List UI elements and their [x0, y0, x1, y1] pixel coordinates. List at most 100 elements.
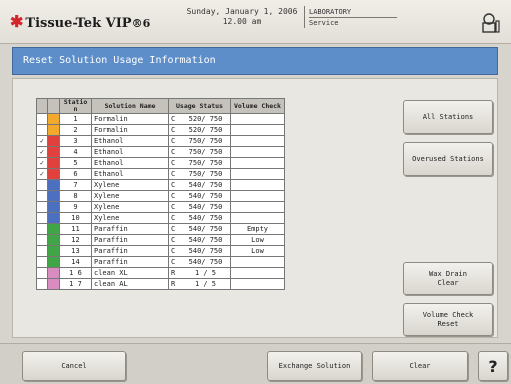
row-solution-name: Ethanol [91, 157, 169, 169]
header-check [36, 98, 48, 114]
row-usage-value: 540/ 750 [188, 247, 223, 255]
row-usage-status: R 1 / 5 [168, 267, 231, 279]
row-check-mark[interactable] [36, 245, 48, 257]
cancel-button[interactable]: Cancel [22, 351, 126, 381]
row-usage-status: R 1 / 5 [168, 278, 231, 290]
row-station-number: 8 [59, 190, 92, 202]
row-usage-value: 520/ 750 [188, 126, 223, 134]
table-row[interactable]: ✓ 6 Ethanol C 750/ 750 [36, 168, 285, 180]
row-usage-status: C 750/ 750 [168, 135, 231, 147]
row-color-swatch [47, 124, 60, 136]
row-usage-code: C [171, 126, 176, 134]
row-check-mark[interactable]: ✓ [36, 168, 48, 180]
row-color-swatch [47, 113, 60, 125]
header-solution-name: Solution Name [91, 98, 169, 114]
row-color-swatch [47, 245, 60, 257]
row-station-number: 1 [59, 113, 92, 125]
row-check-mark[interactable] [36, 212, 48, 224]
row-usage-status: C 540/ 750 [168, 245, 231, 257]
row-usage-value: 540/ 750 [188, 203, 223, 211]
app-logo: ✱ Tissue-Tek VIP®6 [10, 12, 150, 31]
row-usage-code: C [171, 115, 176, 123]
header-volume-check: Volume Check [230, 98, 285, 114]
row-color-swatch [47, 212, 60, 224]
row-check-mark[interactable]: ✓ [36, 135, 48, 147]
row-usage-status: C 540/ 750 [168, 212, 231, 224]
row-check-mark[interactable]: ✓ [36, 146, 48, 158]
row-color-swatch [47, 135, 60, 147]
table-row[interactable]: 2 Formalin C 520/ 750 [36, 124, 285, 136]
row-usage-status: C 520/ 750 [168, 113, 231, 125]
table-row[interactable]: 8 Xylene C 540/ 750 [36, 190, 285, 202]
row-check-mark[interactable] [36, 179, 48, 191]
row-color-swatch [47, 223, 60, 235]
table-row[interactable]: 9 Xylene C 540/ 750 [36, 201, 285, 213]
header-station: Statio n [59, 98, 92, 114]
row-check-mark[interactable] [36, 124, 48, 136]
logo-version: ®6 [131, 17, 151, 30]
row-volume-check [230, 135, 285, 147]
table-row[interactable]: 12 Paraffin C 540/ 750 Low [36, 234, 285, 246]
row-solution-name: Formalin [91, 124, 169, 136]
row-usage-value: 750/ 750 [188, 170, 223, 178]
row-usage-status: C 540/ 750 [168, 201, 231, 213]
table-row[interactable]: 1 6 clean XL R 1 / 5 [36, 267, 285, 279]
row-check-mark[interactable] [36, 223, 48, 235]
row-volume-check [230, 157, 285, 169]
row-check-mark[interactable] [36, 278, 48, 290]
row-solution-name: Xylene [91, 212, 169, 224]
volume-check-reset-button[interactable]: Volume Check Reset [403, 303, 493, 336]
row-usage-value: 750/ 750 [188, 148, 223, 156]
row-solution-name: Xylene [91, 190, 169, 202]
table-row[interactable]: ✓ 4 Ethanol C 750/ 750 [36, 146, 285, 158]
row-solution-name: Xylene [91, 179, 169, 191]
row-station-number: 9 [59, 201, 92, 213]
row-volume-check [230, 201, 285, 213]
table-row[interactable]: 11 Paraffin C 540/ 750 Empty [36, 223, 285, 235]
table-row[interactable]: 14 Paraffin C 540/ 750 [36, 256, 285, 268]
table-row[interactable]: ✓ 3 Ethanol C 750/ 750 [36, 135, 285, 147]
row-usage-value: 750/ 750 [188, 137, 223, 145]
row-station-number: 1 7 [59, 278, 92, 290]
row-volume-check [230, 212, 285, 224]
solution-table: Statio n Solution Name Usage Status Volu… [36, 98, 285, 290]
logo-model: VIP [105, 16, 132, 31]
clear-button[interactable]: Clear [372, 351, 468, 381]
wax-drain-clear-button[interactable]: Wax Drain Clear [403, 262, 493, 295]
row-station-number: 7 [59, 179, 92, 191]
row-color-swatch [47, 256, 60, 268]
row-check-mark[interactable]: ✓ [36, 157, 48, 169]
row-usage-status: C 750/ 750 [168, 157, 231, 169]
row-usage-status: C 750/ 750 [168, 146, 231, 158]
table-row[interactable]: 1 Formalin C 520/ 750 [36, 113, 285, 125]
row-station-number: 5 [59, 157, 92, 169]
row-usage-value: 1 / 5 [194, 269, 217, 277]
table-row[interactable]: ✓ 5 Ethanol C 750/ 750 [36, 157, 285, 169]
row-check-mark[interactable] [36, 267, 48, 279]
row-volume-check [230, 190, 285, 202]
user-lock-icon[interactable] [481, 12, 501, 34]
row-check-mark[interactable] [36, 256, 48, 268]
row-usage-status: C 750/ 750 [168, 168, 231, 180]
row-usage-code: C [171, 203, 176, 211]
table-row[interactable]: 13 Paraffin C 540/ 750 Low [36, 245, 285, 257]
row-station-number: 6 [59, 168, 92, 180]
row-usage-status: C 540/ 750 [168, 234, 231, 246]
overused-stations-button[interactable]: Overused Stations [403, 142, 493, 176]
row-usage-value: 1 / 5 [194, 280, 217, 288]
table-row[interactable]: 1 7 clean AL R 1 / 5 [36, 278, 285, 290]
row-check-mark[interactable] [36, 201, 48, 213]
time-text: 12.00 am [222, 17, 262, 26]
row-check-mark[interactable] [36, 113, 48, 125]
row-check-mark[interactable] [36, 234, 48, 246]
table-row[interactable]: 10 Xylene C 540/ 750 [36, 212, 285, 224]
row-usage-code: C [171, 236, 176, 244]
help-button[interactable]: ? [478, 351, 508, 381]
table-row[interactable]: 7 Xylene C 540/ 750 [36, 179, 285, 191]
row-color-swatch [47, 201, 60, 213]
exchange-solution-button[interactable]: Exchange Solution [267, 351, 362, 381]
row-check-mark[interactable] [36, 190, 48, 202]
all-stations-button[interactable]: All Stations [403, 100, 493, 134]
row-usage-status: C 540/ 750 [168, 256, 231, 268]
row-usage-value: 540/ 750 [188, 214, 223, 222]
